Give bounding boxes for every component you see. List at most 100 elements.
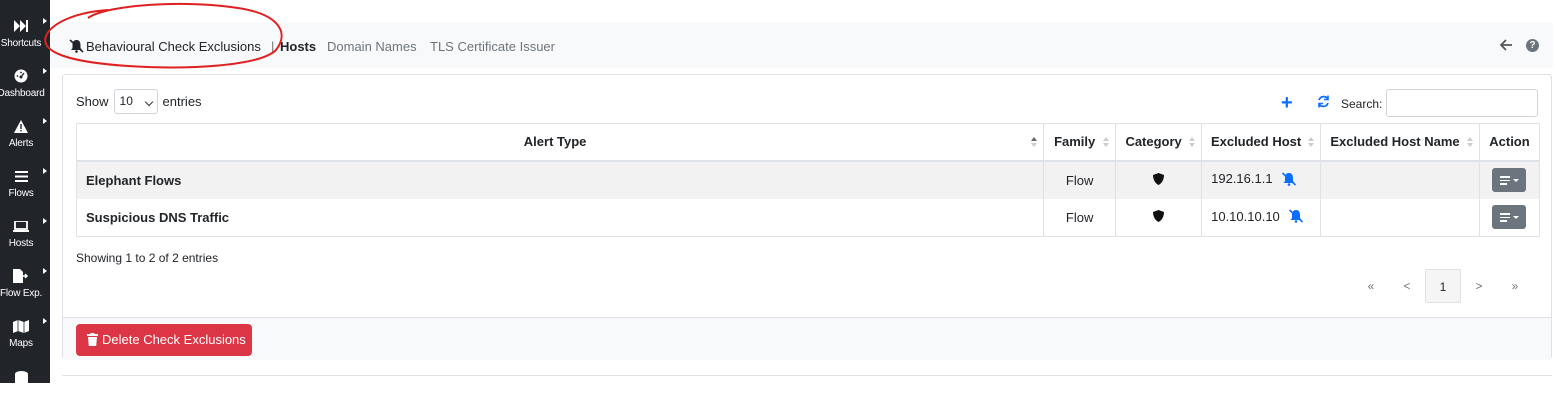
refresh-icon[interactable]	[1317, 95, 1330, 111]
sidebar-item-hosts[interactable]: Hosts	[0, 210, 50, 260]
sidebar-item-alerts[interactable]: Alerts	[0, 110, 50, 160]
caret-right-icon	[43, 168, 47, 174]
action-cell	[1479, 198, 1541, 237]
arrow-left-icon[interactable]	[1499, 39, 1513, 54]
sort-icon	[1189, 137, 1196, 149]
category-cell	[1115, 160, 1203, 199]
sidebar-label: Hosts	[8, 238, 34, 249]
column-header: Alert Type	[523, 134, 587, 150]
row-action-dropdown-button[interactable]	[1492, 168, 1527, 192]
help-icon[interactable]: ?	[1526, 39, 1539, 52]
sidebar: Shortcuts Dashboard Alerts Flows Hosts F	[0, 0, 50, 384]
tab-domain-names[interactable]: Domain Names	[327, 39, 417, 54]
page-next-button[interactable]: >	[1461, 269, 1497, 303]
column-header: Category	[1125, 134, 1182, 150]
entries-select-value: 10	[119, 94, 133, 108]
sidebar-item-flows[interactable]: Flows	[0, 160, 50, 210]
family-cell: Flow	[1043, 160, 1117, 199]
search-input[interactable]	[1386, 89, 1538, 117]
dashboard-icon	[0, 68, 42, 84]
table-row: Suspicious DNS Traffic Flow 10.10.10.10	[75, 198, 1541, 237]
excluded-host-cell: 192.16.1.1	[1201, 160, 1322, 199]
family-cell: Flow	[1043, 198, 1117, 237]
sort-icon	[1308, 137, 1315, 149]
chevron-down-icon	[144, 97, 153, 107]
column-header: Excluded Host Name	[1330, 134, 1460, 150]
column-alert-type[interactable]: Alert Type	[75, 123, 1045, 162]
excluded-host-cell: 10.10.10.10	[1201, 198, 1322, 237]
pagination: « < 1 > »	[1353, 269, 1533, 303]
bell-slash-icon[interactable]	[1288, 209, 1304, 226]
column-header: Excluded Host	[1210, 134, 1302, 150]
column-header: Action	[1489, 134, 1530, 150]
excluded-host-name-cell	[1320, 198, 1480, 237]
sidebar-item-dashboard[interactable]: Dashboard	[0, 60, 50, 110]
page-title: Behavioural Check Exclusions	[69, 39, 261, 54]
caret-down-icon	[1513, 216, 1520, 220]
column-category[interactable]: Category	[1115, 123, 1203, 162]
excluded-host-value: 10.10.10.10	[1211, 208, 1280, 224]
caret-right-icon	[43, 318, 47, 324]
caret-right-icon	[43, 218, 47, 224]
trash-icon	[87, 333, 98, 346]
bell-slash-icon	[69, 39, 84, 53]
bell-slash-icon[interactable]	[1281, 171, 1297, 189]
column-family[interactable]: Family	[1043, 123, 1117, 162]
add-exclusion-button[interactable]: +	[1281, 93, 1293, 113]
show-label: Show	[76, 94, 109, 109]
delete-check-exclusions-button[interactable]: Delete Check Exclusions	[76, 324, 252, 356]
page-title-text: Behavioural Check Exclusions	[86, 39, 261, 54]
sidebar-item-flow-exp[interactable]: Flow Exp.	[0, 260, 50, 310]
sidebar-label: Flow Exp.	[0, 288, 43, 299]
list-icon	[0, 168, 42, 184]
table-row: Elephant Flows Flow 192.16.1.1	[75, 160, 1541, 199]
show-entries: Show 10 entries	[76, 89, 202, 114]
sidebar-label: Dashboard	[0, 88, 45, 99]
excluded-host-value: 192.16.1.1	[1211, 171, 1273, 187]
entries-label: entries	[162, 94, 202, 109]
row-action-dropdown-button[interactable]	[1492, 205, 1527, 230]
sidebar-item-shortcuts[interactable]: Shortcuts	[0, 10, 50, 60]
alert-type-cell: Elephant Flows	[75, 160, 1045, 199]
sidebar-label: Flows	[8, 188, 34, 199]
page-current-button[interactable]: 1	[1425, 269, 1461, 303]
column-action: Action	[1479, 123, 1541, 162]
delete-button-label: Delete Check Exclusions	[102, 332, 246, 347]
caret-right-icon	[43, 118, 47, 124]
action-cell	[1479, 160, 1541, 199]
breadcrumb-separator: |	[271, 39, 275, 54]
column-excluded-host-name[interactable]: Excluded Host Name	[1320, 123, 1480, 162]
sidebar-item-database[interactable]	[0, 362, 50, 412]
sort-icon	[1103, 137, 1110, 149]
category-cell	[1115, 198, 1203, 237]
alert-type-cell: Suspicious DNS Traffic	[75, 198, 1045, 237]
caret-down-icon	[1513, 179, 1520, 182]
sidebar-label: Maps	[9, 338, 33, 349]
sort-icon	[1031, 137, 1038, 149]
excluded-host-name-cell	[1320, 160, 1480, 199]
exclusions-table: Alert Type Family Category Excluded Host…	[75, 123, 1541, 237]
laptop-icon	[0, 218, 42, 234]
page-header: Behavioural Check Exclusions | Hosts Dom…	[50, 22, 1553, 68]
column-header: Family	[1054, 134, 1096, 150]
caret-right-icon	[43, 68, 47, 74]
sidebar-label: Alerts	[8, 138, 34, 149]
caret-right-icon	[43, 268, 47, 274]
database-icon	[0, 370, 42, 386]
page-prev-button[interactable]: <	[1389, 269, 1425, 303]
divider	[62, 375, 1552, 376]
entries-select[interactable]: 10	[113, 89, 158, 114]
page-first-button[interactable]: «	[1353, 269, 1389, 303]
shield-icon	[1153, 172, 1165, 185]
sidebar-label: Shortcuts	[0, 38, 42, 49]
search-label: Search:	[1341, 97, 1383, 111]
tab-hosts[interactable]: Hosts	[280, 39, 316, 54]
page-last-button[interactable]: »	[1497, 269, 1533, 303]
column-excluded-host[interactable]: Excluded Host	[1201, 123, 1322, 162]
tab-tls-certificate-issuer[interactable]: TLS Certificate Issuer	[430, 39, 555, 54]
table-header-row: Alert Type Family Category Excluded Host…	[75, 123, 1541, 162]
map-icon	[0, 318, 42, 334]
shield-icon	[1153, 209, 1165, 222]
fast-forward-icon	[0, 18, 42, 34]
sidebar-item-maps[interactable]: Maps	[0, 310, 50, 360]
